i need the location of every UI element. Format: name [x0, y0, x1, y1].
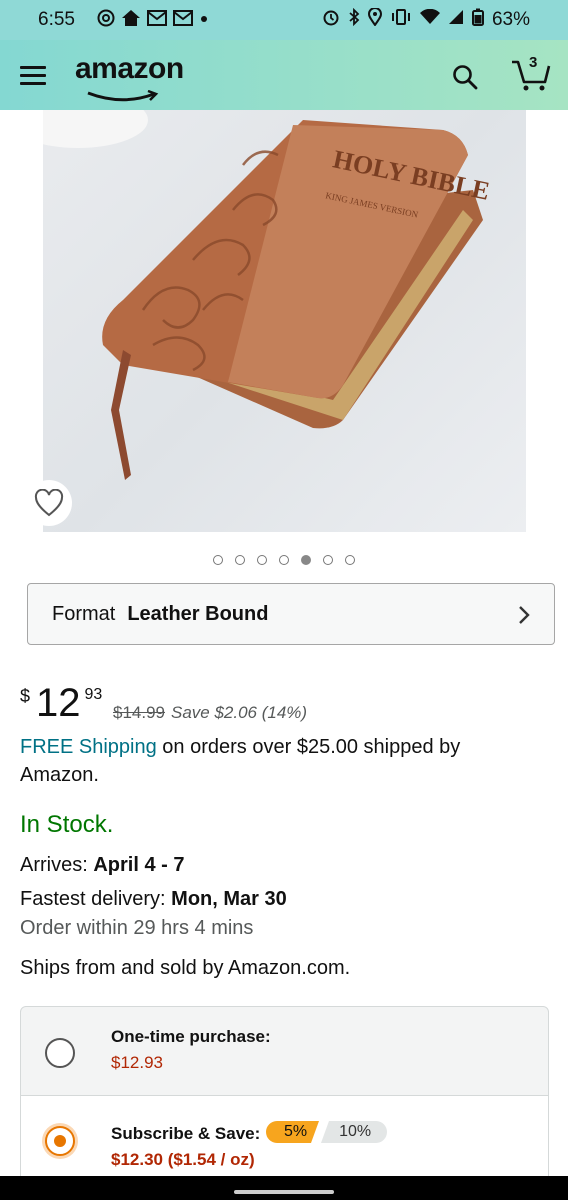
stock-status: In Stock. — [20, 811, 114, 838]
wifi-icon — [419, 8, 440, 31]
subscribe-discount-tiers: 5% 10% — [266, 1121, 388, 1143]
format-value: Leather Bound — [127, 602, 269, 625]
add-to-wishlist-button[interactable] — [26, 480, 72, 526]
one-time-price: $12.93 — [111, 1053, 163, 1072]
list-price-row: $14.99 Save $2.06 (14%) — [113, 703, 307, 723]
subscribe-title: Subscribe & Save: — [111, 1124, 261, 1143]
purchase-options: One-time purchase: $12.93 Subscribe & Sa… — [20, 1006, 549, 1186]
one-time-radio[interactable] — [45, 1038, 75, 1068]
price-whole: 12 — [36, 681, 81, 725]
list-price: $14.99 — [113, 703, 165, 722]
subscribe-save-option[interactable]: Subscribe & Save: 5% 10% $12.30 ($1.54 /… — [21, 1095, 548, 1185]
free-shipping-link[interactable]: FREE Shipping — [20, 736, 157, 758]
product-image[interactable]: HOLY BIBLE KING JAMES VERSION — [43, 110, 526, 532]
vibrate-icon — [390, 9, 412, 31]
battery-percent: 63% — [491, 9, 530, 30]
alarm-icon — [322, 8, 340, 32]
carousel-dot[interactable] — [279, 555, 289, 565]
order-within: Order within 29 hrs 4 mins — [20, 917, 254, 939]
price-fraction: 93 — [84, 686, 103, 703]
status-bar: 6:55 63% — [0, 0, 568, 40]
arrives-label: Arrives: — [20, 854, 88, 876]
amazon-smile-icon — [87, 90, 159, 102]
system-nav-bar — [0, 1176, 568, 1200]
one-time-title: One-time purchase: — [111, 1027, 271, 1046]
status-time: 6:55 — [38, 9, 75, 30]
ships-from: Ships from and sold by Amazon.com. — [20, 957, 351, 979]
carousel-dot[interactable] — [301, 555, 311, 565]
carousel-dot[interactable] — [235, 555, 245, 565]
one-time-purchase-option[interactable]: One-time purchase: $12.93 — [21, 1007, 548, 1095]
image-carousel-indicator[interactable] — [0, 555, 568, 565]
location-icon — [367, 7, 382, 32]
fastest-value: Mon, Mar 30 — [171, 888, 287, 910]
tier-10-badge: 10% — [321, 1121, 388, 1143]
chevron-right-icon — [519, 606, 530, 624]
bluetooth-icon — [348, 7, 360, 32]
home-gesture-pill[interactable] — [234, 1190, 334, 1194]
carousel-dot[interactable] — [323, 555, 333, 565]
gmail-icon — [146, 10, 167, 30]
app-header: amazon 3 — [0, 40, 568, 110]
at-sign-icon — [97, 9, 115, 31]
search-icon[interactable] — [452, 64, 478, 90]
format-label: Format — [52, 602, 116, 625]
price: $ 12 93 — [20, 682, 102, 724]
shipping-info: FREE Shipping on orders over $25.00 ship… — [20, 733, 540, 789]
fastest-label: Fastest delivery: — [20, 888, 166, 910]
gmail-icon — [172, 10, 193, 30]
status-right-icons: 63% — [322, 0, 530, 40]
price-symbol: $ — [20, 686, 31, 706]
subscribe-price: $12.30 ($1.54 / oz) — [111, 1150, 255, 1169]
carousel-dot[interactable] — [213, 555, 223, 565]
fastest-delivery-row: Fastest delivery: Mon, Mar 30 — [20, 888, 287, 911]
home-icon — [121, 9, 141, 31]
savings-text: Save $2.06 (14%) — [171, 703, 308, 722]
battery-icon — [471, 8, 484, 32]
format-selector[interactable]: Format Leather Bound — [27, 583, 555, 645]
arrives-value: April 4 - 7 — [93, 854, 185, 876]
carousel-dot[interactable] — [257, 555, 267, 565]
menu-icon[interactable] — [20, 66, 46, 86]
status-left-icons — [97, 9, 209, 31]
subscribe-radio[interactable] — [45, 1126, 75, 1156]
amazon-logo[interactable]: amazon — [75, 52, 184, 86]
signal-icon — [448, 9, 464, 31]
cart-count: 3 — [529, 54, 538, 71]
carousel-dot[interactable] — [345, 555, 355, 565]
arrives-row: Arrives: April 4 - 7 — [20, 854, 185, 877]
heart-icon — [34, 489, 64, 517]
dot-icon — [199, 12, 209, 28]
